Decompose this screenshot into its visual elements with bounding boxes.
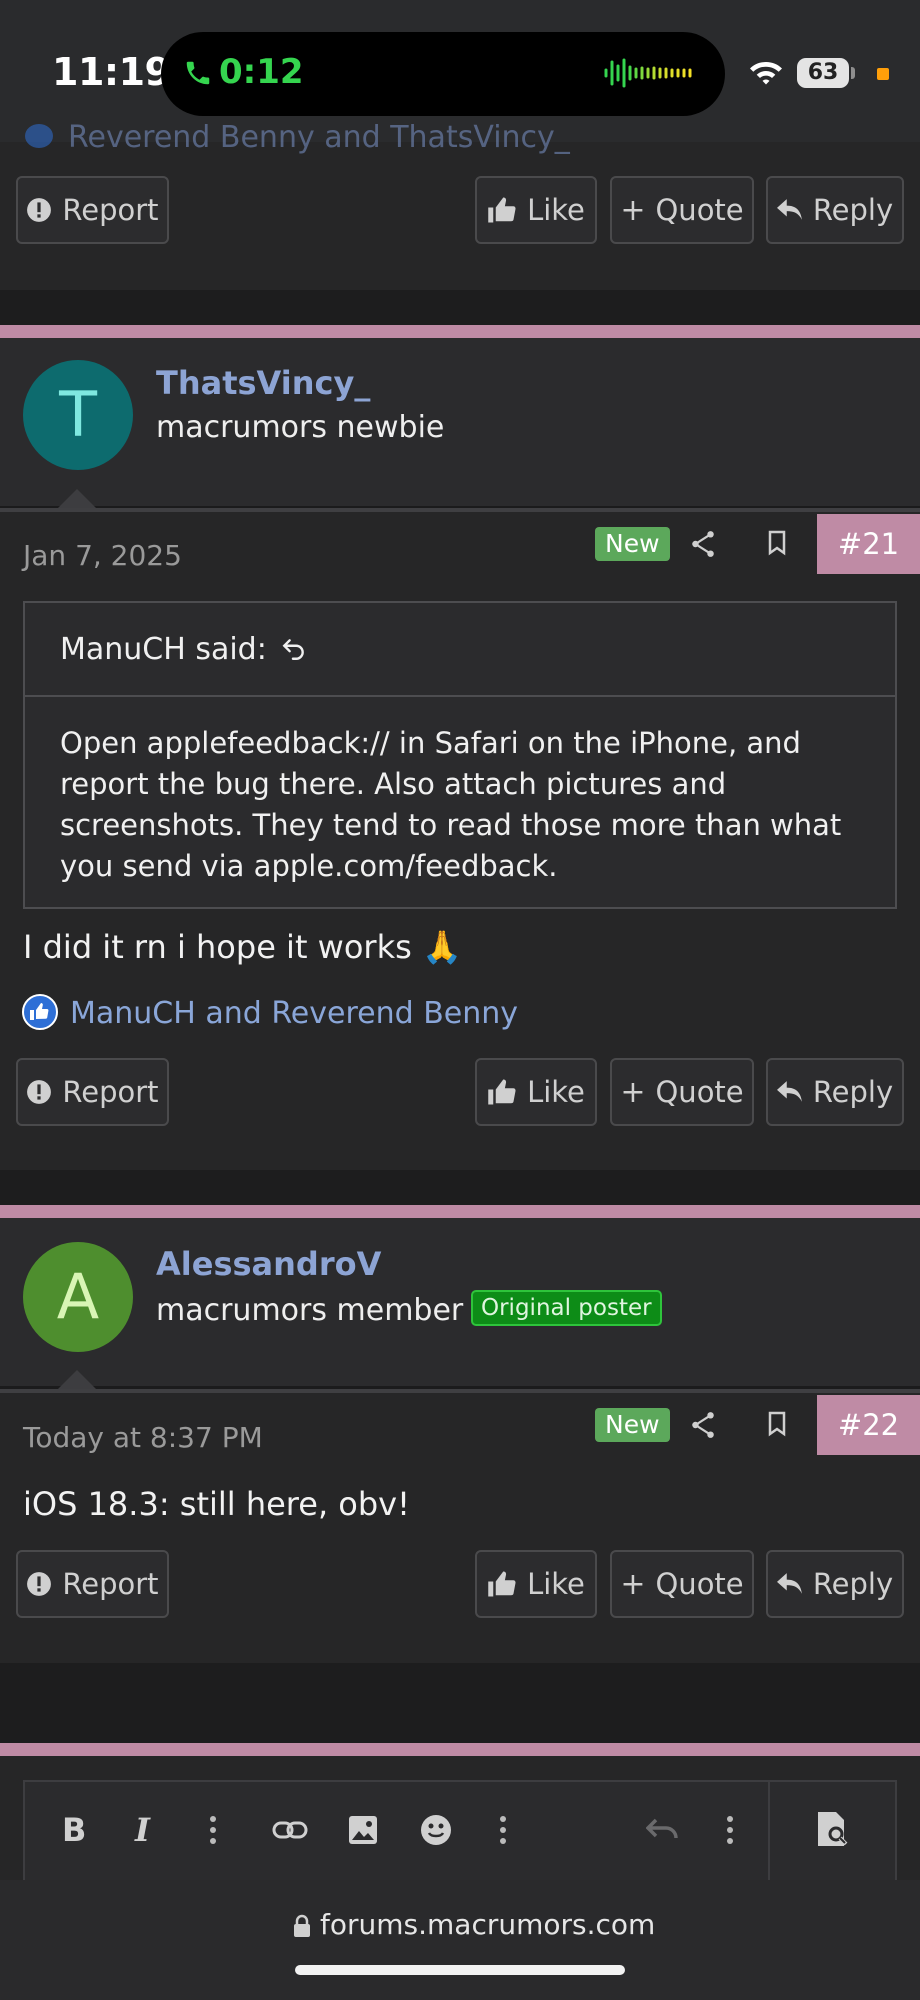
url-text[interactable]: forums.macrumors.com [320,1908,655,1941]
username[interactable]: ThatsVincy_ [156,364,370,402]
new-badge: New [595,1408,670,1442]
report-button[interactable]: Report [16,1058,169,1126]
post-number[interactable]: #21 [817,514,920,574]
share-icon[interactable] [690,530,716,558]
header-pointer [57,489,97,509]
post-gap [0,290,920,325]
wifi-icon [750,62,782,85]
post-content: iOS 18.3: still here, obv! [23,1485,410,1523]
quote-button[interactable]: + Quote [610,1058,754,1126]
quote-block: ManuCH said: Open applefeedback:// in Sa… [23,601,897,909]
privacy-indicator [877,68,889,80]
like-button[interactable]: Like [475,1058,597,1126]
report-label: Report [62,193,159,227]
reply-button[interactable]: Reply [766,176,904,244]
plus-icon: + [620,192,646,228]
like-label: Like [527,1567,585,1601]
post-user-header [0,338,920,506]
report-icon [27,1572,52,1596]
reply-icon [776,199,802,220]
avatar[interactable]: A [23,1242,133,1352]
undo-icon[interactable] [646,1818,680,1842]
clock: 11:19 [52,50,171,94]
bold-icon[interactable]: B [62,1811,86,1849]
thumbs-up-icon [488,1571,516,1597]
home-indicator[interactable] [295,1965,625,1975]
battery-icon: 63 [797,58,849,88]
post-gap [0,1170,920,1205]
like-reaction-icon [22,994,58,1030]
report-button[interactable]: Report [16,176,169,244]
emoji-icon[interactable] [420,1814,452,1846]
like-button[interactable]: Like [475,176,597,244]
user-title: macrumors newbie [156,410,445,445]
new-badge: New [595,527,670,561]
report-icon [27,198,52,222]
more-options-icon[interactable] [209,1815,217,1845]
quote-header[interactable]: ManuCH said: [25,603,895,697]
share-icon[interactable] [690,1411,716,1439]
reply-button[interactable]: Reply [766,1058,904,1126]
post-date[interactable]: Jan 7, 2025 [23,539,182,572]
plus-icon: + [620,1074,646,1110]
bookmark-icon[interactable] [767,530,787,556]
more-options-icon[interactable] [499,1815,507,1845]
plus-icon: + [620,1566,646,1602]
avatar[interactable]: T [23,360,133,470]
quote-label: Quote [655,1075,744,1109]
thumbs-up-icon [488,197,516,223]
reaction-list[interactable]: ManuCH and Reverend Benny [70,996,518,1031]
post-gap [0,1663,920,1743]
user-title: macrumors member [156,1293,464,1328]
quote-label: Quote [655,193,744,227]
original-poster-badge: Original poster [471,1290,662,1326]
phone-icon [186,61,210,85]
reply-label: Reply [812,1567,894,1601]
lock-icon [294,1914,310,1937]
previous-reactions[interactable]: Reverend Benny and ThatsVincy_ [68,120,570,155]
italic-icon[interactable]: I [135,1811,150,1849]
reply-label: Reply [812,193,894,227]
like-button[interactable]: Like [475,1550,597,1618]
like-reaction-icon [25,124,53,148]
quote-text: Open applefeedback:// in Safari on the i… [60,726,842,883]
username[interactable]: AlessandroV [156,1245,381,1283]
more-options-icon[interactable] [726,1815,734,1845]
report-icon [27,1080,52,1104]
editor-toolbar [23,1780,897,1880]
quote-button[interactable]: + Quote [610,176,754,244]
reply-button[interactable]: Reply [766,1550,904,1618]
post-number[interactable]: #22 [817,1395,920,1455]
link-icon[interactable] [272,1817,308,1843]
audio-wave-icon [604,58,692,88]
header-pointer [57,1370,97,1390]
post-date[interactable]: Today at 8:37 PM [23,1421,263,1454]
image-icon[interactable] [348,1815,378,1845]
quote-label: Quote [655,1567,744,1601]
post-divider [0,325,920,338]
toolbar-divider [768,1780,770,1880]
thumbs-up-icon [488,1079,516,1105]
report-button[interactable]: Report [16,1550,169,1618]
post-divider [0,1205,920,1218]
report-label: Report [62,1075,159,1109]
battery-tip [851,67,855,79]
post-content: I did it rn i hope it works 🙏 [23,928,462,966]
editor-divider [0,1743,920,1756]
like-label: Like [527,1075,585,1109]
reply-icon [776,1081,802,1102]
jump-to-quote-icon[interactable] [281,636,307,662]
quote-button[interactable]: + Quote [610,1550,754,1618]
reply-icon [776,1573,802,1594]
like-label: Like [527,193,585,227]
preview-icon[interactable] [815,1810,851,1850]
quote-author: ManuCH said: [60,631,267,667]
report-label: Report [62,1567,159,1601]
call-duration: 0:12 [219,52,304,92]
reply-label: Reply [812,1075,894,1109]
bookmark-icon[interactable] [767,1411,787,1437]
